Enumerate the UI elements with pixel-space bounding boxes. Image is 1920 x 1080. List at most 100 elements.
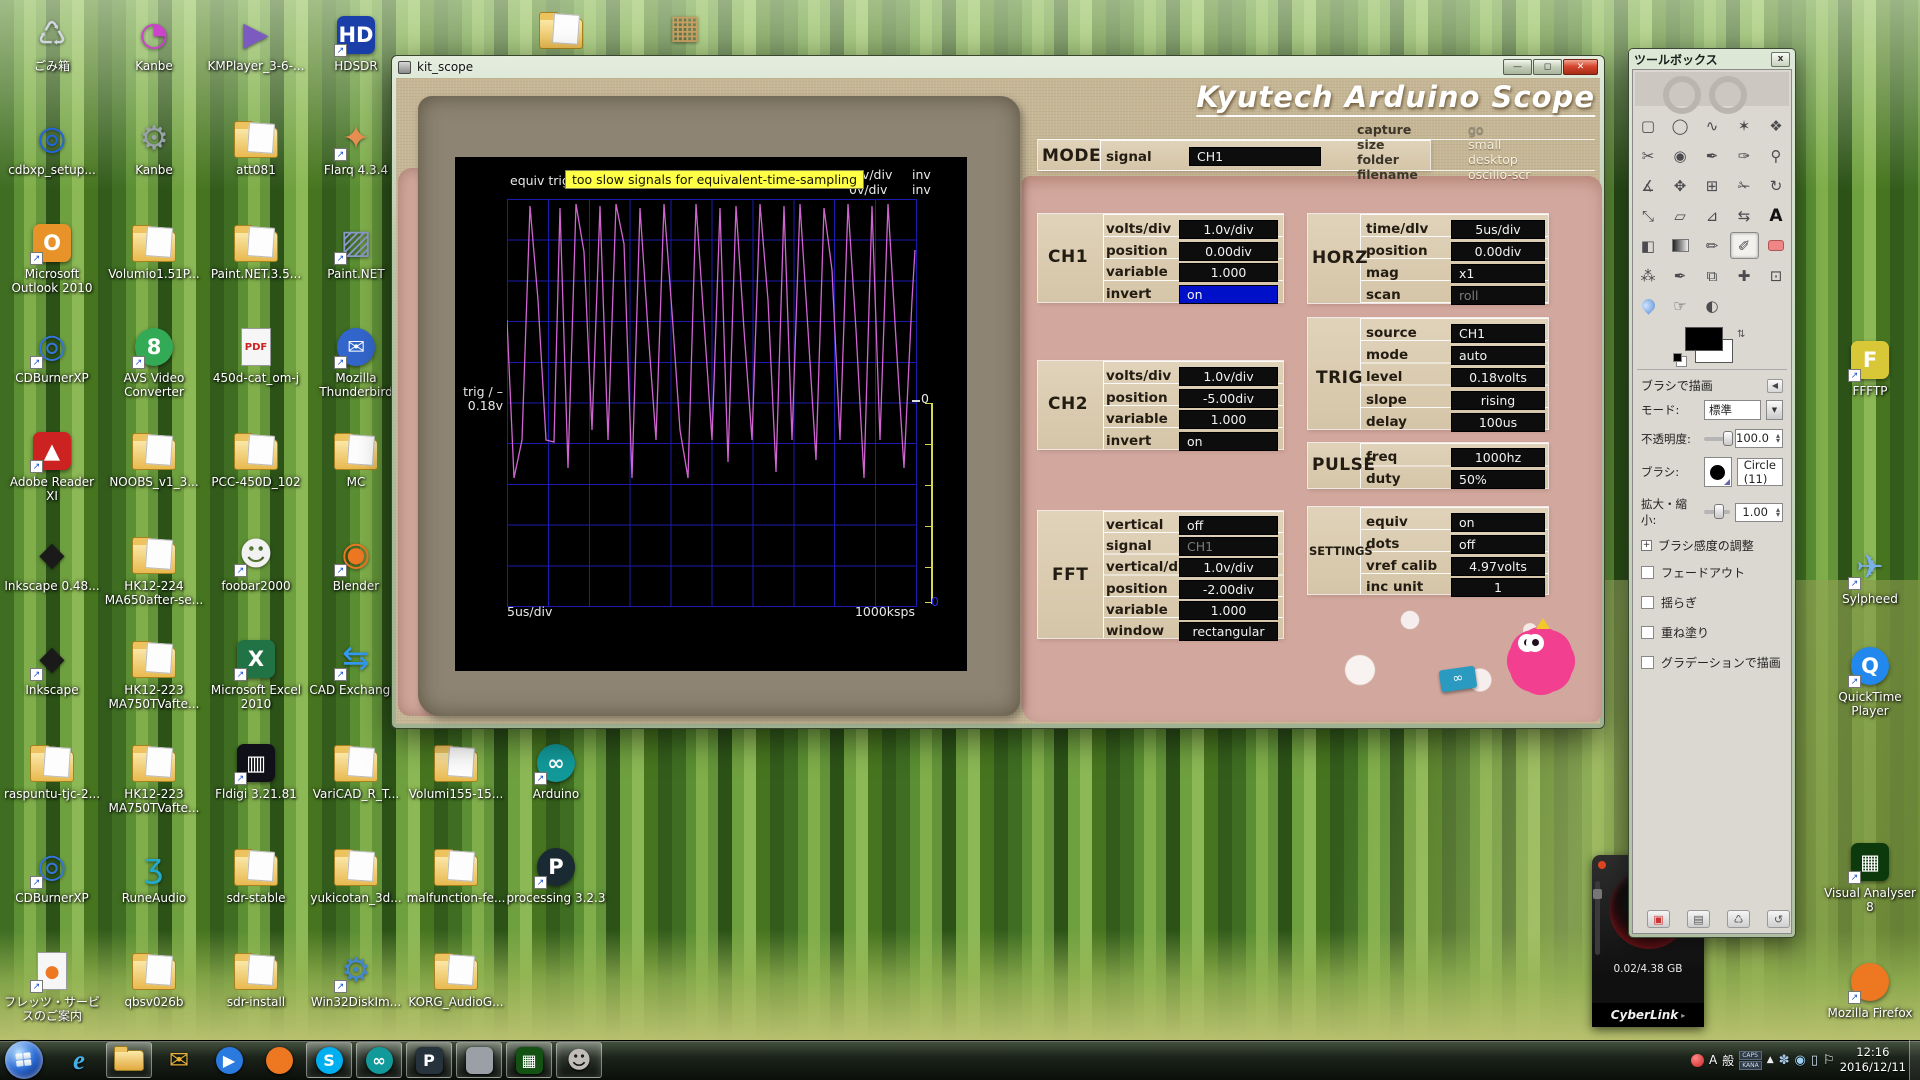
swap-colors-icon[interactable]: ⇅: [1737, 329, 1745, 340]
scale-slider-handle[interactable]: [1714, 504, 1724, 519]
desktop-icon[interactable]: ◉ Blender: [306, 533, 406, 593]
ime-conversion-mode[interactable]: 般: [1722, 1052, 1734, 1069]
scope-value-box[interactable]: 1: [1452, 579, 1544, 596]
toolbox-tool[interactable]: ✂: [1634, 142, 1663, 169]
opacity-spinner[interactable]: 100.0: [1735, 429, 1783, 448]
toolbox-tool[interactable]: ✥: [1666, 172, 1695, 199]
scope-value-box[interactable]: x1: [1452, 265, 1544, 282]
checkbox[interactable]: [1641, 596, 1654, 609]
scope-value-box[interactable]: 100us: [1452, 414, 1544, 431]
desktop-icon[interactable]: Q QuickTime Player: [1820, 644, 1920, 718]
scope-value-box[interactable]: CH1: [1180, 538, 1277, 555]
scope-value-box[interactable]: 1000hz: [1452, 449, 1544, 466]
desktop-icon[interactable]: ⚙ Win32DiskIm...: [306, 949, 406, 1009]
desktop-icon[interactable]: 8 AVS Video Converter: [104, 325, 204, 399]
desktop-icon[interactable]: ✦ Flarq 4.3.4: [306, 117, 406, 177]
toolbox-tool[interactable]: ∿: [1698, 112, 1727, 139]
desktop-icon[interactable]: sdr-install: [206, 949, 306, 1009]
toolbox-bottom-button[interactable]: ▣: [1647, 910, 1670, 928]
scope-value-box[interactable]: rising: [1452, 392, 1544, 409]
checkbox[interactable]: [1641, 626, 1654, 639]
desktop-icon[interactable]: NOOBS_v1_3...: [104, 429, 204, 489]
desktop-icon[interactable]: Mozilla Firefox: [1820, 960, 1920, 1020]
scope-value-box[interactable]: 1.0v/div: [1180, 368, 1277, 385]
desktop-icon[interactable]: PDF 450d-cat_om-j: [206, 325, 306, 385]
toolbox-tool[interactable]: [1666, 232, 1695, 259]
toolbox-tool[interactable]: ⚲: [1762, 142, 1791, 169]
scope-value-box[interactable]: 4.97volts: [1452, 558, 1544, 575]
desktop-icon[interactable]: ◎ CDBurnerXP: [2, 845, 102, 905]
desktop-icon[interactable]: malfunction-fe...: [406, 845, 506, 905]
desktop-icon[interactable]: [511, 8, 611, 54]
desktop-icon[interactable]: ▥ Fldigi 3.21.81: [206, 741, 306, 801]
scope-value-box[interactable]: rectangular: [1180, 623, 1277, 640]
scope-value-box[interactable]: on: [1452, 514, 1544, 531]
opacity-slider[interactable]: [1704, 437, 1730, 441]
scope-value-box[interactable]: 1.000: [1180, 602, 1277, 619]
desktop-icon[interactable]: ▨ Paint.NET: [306, 221, 406, 281]
desktop-icon[interactable]: att081: [206, 117, 306, 177]
tray-icon[interactable]: ✽: [1779, 1053, 1790, 1068]
kit-scope-titlebar[interactable]: kit_scope — ◻ ✕: [392, 56, 1604, 78]
taskbar-app-button[interactable]: ☻: [556, 1042, 602, 1078]
desktop-icon[interactable]: PCC-450D_102: [206, 429, 306, 489]
toolbox-bottom-button[interactable]: ▤: [1687, 910, 1710, 928]
desktop-icon[interactable]: VariCAD_R_T...: [306, 741, 406, 801]
scope-value-box[interactable]: off: [1180, 517, 1277, 534]
scope-value-box[interactable]: CH1: [1190, 148, 1320, 165]
scope-value-box[interactable]: 0.18volts: [1452, 369, 1544, 386]
taskbar-app-button[interactable]: e: [56, 1042, 102, 1078]
desktop-icon[interactable]: MC: [306, 429, 406, 489]
toolbox-tool[interactable]: ⇆: [1730, 202, 1759, 229]
toolbox-tool[interactable]: ▢: [1634, 112, 1663, 139]
toolbox-tool[interactable]: ✁: [1730, 172, 1759, 199]
ime-input-mode[interactable]: A: [1709, 1053, 1717, 1067]
show-desktop-button[interactable]: [1909, 1040, 1920, 1080]
desktop-icon[interactable]: sdr-stable: [206, 845, 306, 905]
scope-value-box[interactable]: roll: [1452, 287, 1544, 304]
tray-icon[interactable]: ▯: [1811, 1053, 1818, 1068]
toolbox-bottom-button[interactable]: ↺: [1767, 910, 1790, 928]
desktop-icon[interactable]: ▲ Adobe Reader XI: [2, 429, 102, 503]
checkbox[interactable]: [1641, 566, 1654, 579]
scope-value-box[interactable]: 50%: [1452, 471, 1544, 488]
desktop-icon[interactable]: HK12-224 MA650after-se...: [104, 533, 204, 607]
desktop-icon[interactable]: ◆ Inkscape: [2, 637, 102, 697]
toolbox-tool[interactable]: ✐: [1730, 232, 1759, 259]
toolbox-titlebar[interactable]: ツールボックス x: [1629, 49, 1795, 69]
taskbar-app-button[interactable]: ✉: [156, 1042, 202, 1078]
desktop-icon[interactable]: ◆ Inkscape 0.48...: [2, 533, 102, 593]
gadget-slider[interactable]: [1595, 881, 1600, 955]
brush-name[interactable]: Circle (11): [1737, 458, 1783, 486]
taskbar-app-button[interactable]: [256, 1042, 302, 1078]
start-button[interactable]: [5, 1041, 43, 1079]
scope-value-box[interactable]: CH1: [1452, 325, 1544, 342]
desktop-icon[interactable]: ✈ Sylpheed: [1820, 546, 1920, 606]
toolbox-tool[interactable]: ⁂: [1634, 262, 1663, 289]
toolbox-tool[interactable]: ✏: [1698, 232, 1727, 259]
desktop-icon[interactable]: qbsv026b: [104, 949, 204, 1009]
taskbar-app-button[interactable]: [106, 1042, 152, 1078]
desktop-icon[interactable]: ● フレッツ・サービ スのご案内: [2, 949, 102, 1023]
desktop-icon[interactable]: raspuntu-tjc-2...: [2, 741, 102, 801]
desktop-icon[interactable]: ✉ Mozilla Thunderbird: [306, 325, 406, 399]
scope-value-box[interactable]: auto: [1452, 347, 1544, 364]
scale-slider[interactable]: [1704, 510, 1730, 514]
toolbox-tool[interactable]: ◉: [1666, 142, 1695, 169]
scale-spinner[interactable]: 1.00: [1735, 503, 1783, 522]
desktop-icon[interactable]: ⚙ Kanbe: [104, 117, 204, 177]
toolbox-tool[interactable]: ▱: [1666, 202, 1695, 229]
toolbox-bottom-button[interactable]: ♺: [1727, 910, 1750, 928]
opacity-slider-handle[interactable]: [1723, 431, 1733, 446]
toolbox-tool[interactable]: ⧉: [1698, 262, 1727, 289]
mode-select[interactable]: 標準: [1704, 400, 1761, 420]
toolbox-tool[interactable]: ✒: [1666, 262, 1695, 289]
tray-icon[interactable]: ⚐: [1823, 1053, 1835, 1068]
toolbox-tool[interactable]: ✑: [1730, 142, 1759, 169]
scope-value-box[interactable]: 0.00div: [1452, 243, 1544, 260]
toolbox-tool[interactable]: ✚: [1730, 262, 1759, 289]
toolbox-tool[interactable]: ∡: [1634, 172, 1663, 199]
toolbox-tool[interactable]: ✒: [1698, 142, 1727, 169]
desktop-icon[interactable]: ▦ Visual Analyser 8: [1820, 840, 1920, 914]
scope-value-box[interactable]: -5.00div: [1180, 390, 1277, 407]
